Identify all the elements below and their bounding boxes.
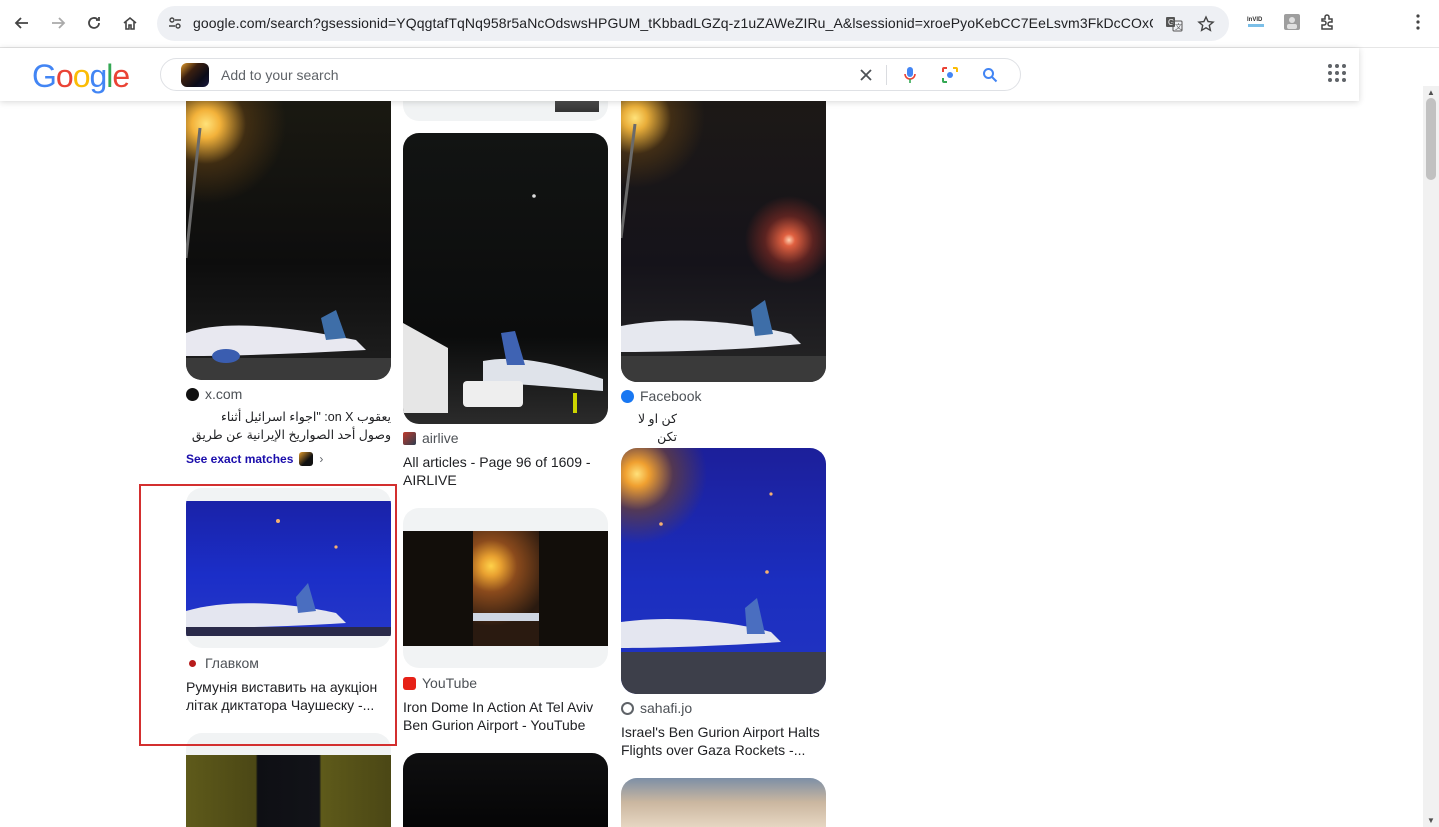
- scrollbar-thumb[interactable]: [1426, 98, 1436, 180]
- result-image[interactable]: [621, 88, 826, 382]
- result-source-label: x.com: [205, 386, 243, 402]
- search-box[interactable]: Add to your search: [160, 58, 1021, 91]
- result-source[interactable]: YouTube: [403, 675, 477, 691]
- see-exact-matches-button[interactable]: See exact matches ›: [186, 452, 323, 466]
- result-title[interactable]: كن او لا تكن: [621, 410, 677, 446]
- scroll-up-arrow[interactable]: ▲: [1426, 88, 1436, 98]
- result-image[interactable]: [186, 733, 391, 827]
- search-divider: [886, 65, 887, 85]
- result-image[interactable]: [403, 753, 608, 827]
- lens-search-icon[interactable]: [939, 64, 961, 86]
- chevron-right-icon: ›: [319, 452, 324, 466]
- facebook-logo-icon: [621, 389, 634, 403]
- reload-icon[interactable]: [79, 8, 109, 38]
- back-icon[interactable]: [7, 8, 37, 38]
- translate-icon[interactable]: G文: [1161, 11, 1187, 37]
- bookmark-star-icon[interactable]: [1193, 11, 1219, 37]
- result-source[interactable]: airlive: [403, 430, 459, 446]
- result-source-label: YouTube: [422, 675, 478, 691]
- extensions-puzzle-icon[interactable]: [1318, 12, 1338, 32]
- forward-icon[interactable]: [43, 8, 73, 38]
- result-title[interactable]: All articles - Page 96 of 1609 - AIRLIVE: [403, 453, 608, 489]
- result-source-label: Facebook: [640, 388, 702, 404]
- result-image[interactable]: [621, 778, 826, 827]
- google-header: Google Add to your search: [0, 48, 1359, 101]
- exact-match-thumbnail: [299, 452, 314, 466]
- svg-text:文: 文: [1175, 22, 1182, 31]
- clear-icon[interactable]: [855, 64, 877, 86]
- result-source-label: sahafi.jo: [640, 700, 693, 716]
- url-text[interactable]: google.com/search?gsessionid=YQqgtafTqNq…: [193, 15, 1153, 31]
- search-icon[interactable]: [979, 64, 1001, 86]
- result-image[interactable]: [186, 88, 391, 380]
- google-apps-icon[interactable]: [1327, 63, 1349, 85]
- glavkom-logo-icon: [189, 659, 196, 667]
- address-bar[interactable]: google.com/search?gsessionid=YQqgtafTqNq…: [157, 6, 1229, 41]
- see-exact-matches-label: See exact matches: [186, 452, 294, 466]
- scroll-down-arrow[interactable]: ▼: [1426, 816, 1436, 826]
- search-input[interactable]: Add to your search: [221, 67, 339, 83]
- result-title[interactable]: يعقوب on X: "اجواء اسرائيل أثناء وصول أح…: [186, 408, 391, 444]
- site-info-icon[interactable]: [163, 11, 187, 35]
- invid-extension-icon[interactable]: InVID: [1246, 12, 1266, 32]
- voice-search-icon[interactable]: [899, 64, 921, 86]
- youtube-logo-icon: [403, 676, 416, 690]
- result-title[interactable]: Iron Dome In Action At Tel Aviv Ben Guri…: [403, 698, 608, 734]
- result-image[interactable]: [403, 508, 608, 668]
- result-source-label: Главком: [205, 655, 259, 671]
- page-scrollbar[interactable]: [1423, 86, 1439, 827]
- google-logo[interactable]: Google: [32, 58, 130, 95]
- search-image-thumbnail[interactable]: [181, 63, 209, 87]
- result-image[interactable]: [621, 448, 826, 694]
- home-icon[interactable]: [115, 8, 145, 38]
- more-menu-icon[interactable]: [1408, 12, 1428, 32]
- result-source-label: airlive: [422, 430, 459, 446]
- result-source[interactable]: Главком: [186, 655, 259, 671]
- airlive-logo-icon: [403, 431, 416, 445]
- result-title[interactable]: Israel's Ben Gurion Airport Halts Flight…: [621, 723, 826, 759]
- result-source[interactable]: sahafi.jo: [621, 700, 692, 716]
- profile-extension-icon[interactable]: [1282, 12, 1302, 32]
- result-image[interactable]: [403, 133, 608, 424]
- result-source[interactable]: Facebook: [621, 388, 701, 404]
- browser-toolbar: google.com/search?gsessionid=YQqgtafTqNq…: [0, 0, 1439, 48]
- globe-icon: [621, 701, 634, 715]
- result-title[interactable]: Румунія виставить на аукціон літак дикта…: [186, 678, 391, 714]
- result-image[interactable]: [186, 488, 391, 648]
- svg-text:InVID: InVID: [1247, 17, 1263, 23]
- result-source[interactable]: x.com: [186, 386, 242, 402]
- x-logo-icon: [186, 387, 199, 401]
